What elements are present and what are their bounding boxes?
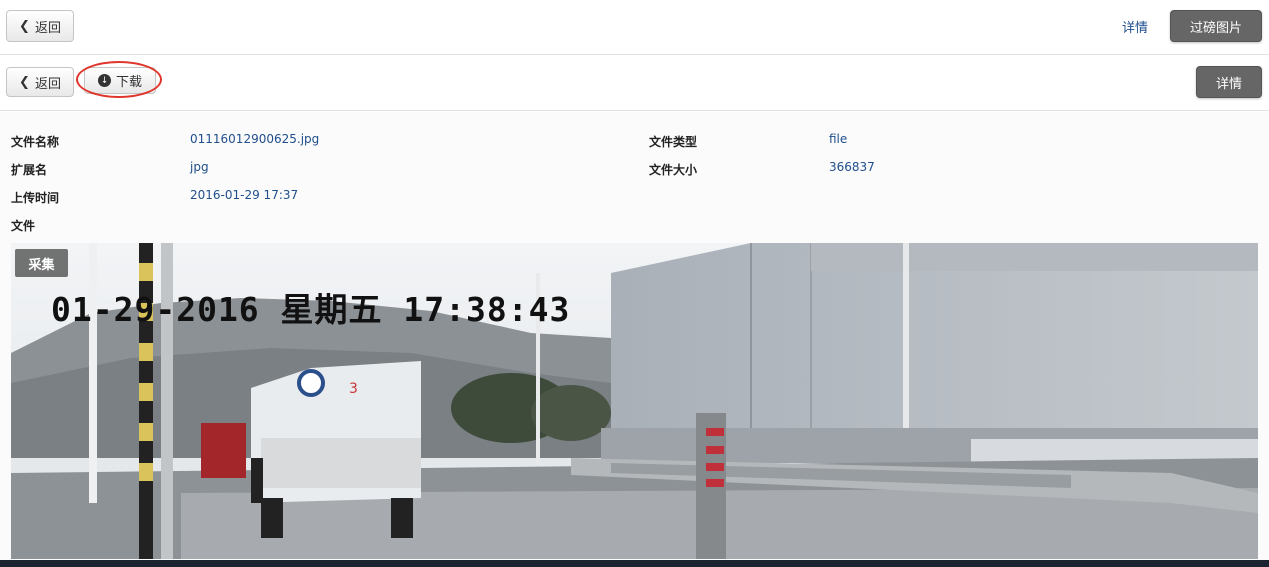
top-bar: ❮ 返回 详情 过磅图片 — [0, 0, 1269, 55]
file-size-value: 366837 — [829, 160, 875, 174]
download-icon: ↓ — [97, 74, 111, 87]
file-size-label: 文件大小 — [649, 163, 698, 177]
file-name-value: 01116012900625.jpg — [190, 132, 320, 146]
captured-photo: 3 采集 01-29-2016 星期五 17:38:43 — [11, 243, 1258, 559]
extension-label: 扩展名 — [11, 163, 48, 177]
photo-timestamp: 01-29-2016 星期五 17:38:43 — [51, 290, 571, 329]
upload-time-label: 上传时间 — [11, 191, 60, 205]
details-link[interactable]: 详情 — [1122, 17, 1148, 36]
upload-time-value: 2016-01-29 17:37 — [190, 188, 299, 202]
extension-value: jpg — [190, 160, 209, 174]
action-toolbar: ❮ 返回 ↓ 下载 详情 — [0, 56, 1269, 111]
back-button[interactable]: ❮ 返回 — [6, 10, 74, 42]
chevron-left-icon: ❮ — [19, 74, 30, 90]
capture-tag: 采集 — [15, 249, 68, 277]
download-button-label: 下载 — [115, 75, 142, 90]
details-button-label: 详情 — [1215, 76, 1242, 92]
back-button-secondary[interactable]: ❮ 返回 — [6, 67, 74, 97]
file-label: 文件 — [11, 219, 36, 233]
file-name-label: 文件名称 — [11, 135, 60, 149]
chevron-left-icon: ❮ — [19, 18, 30, 34]
file-type-label: 文件类型 — [649, 135, 698, 149]
download-button[interactable]: ↓ 下载 — [84, 67, 156, 94]
back-button-label: 返回 — [34, 20, 61, 36]
back-button-label: 返回 — [34, 76, 61, 92]
truck-number: 3 — [349, 381, 358, 397]
file-type-value: file — [829, 132, 848, 146]
details-button[interactable]: 详情 — [1196, 66, 1262, 98]
weigh-images-button[interactable]: 过磅图片 — [1170, 10, 1262, 42]
weigh-images-label: 过磅图片 — [1189, 20, 1242, 36]
bottom-edge — [0, 560, 1269, 567]
